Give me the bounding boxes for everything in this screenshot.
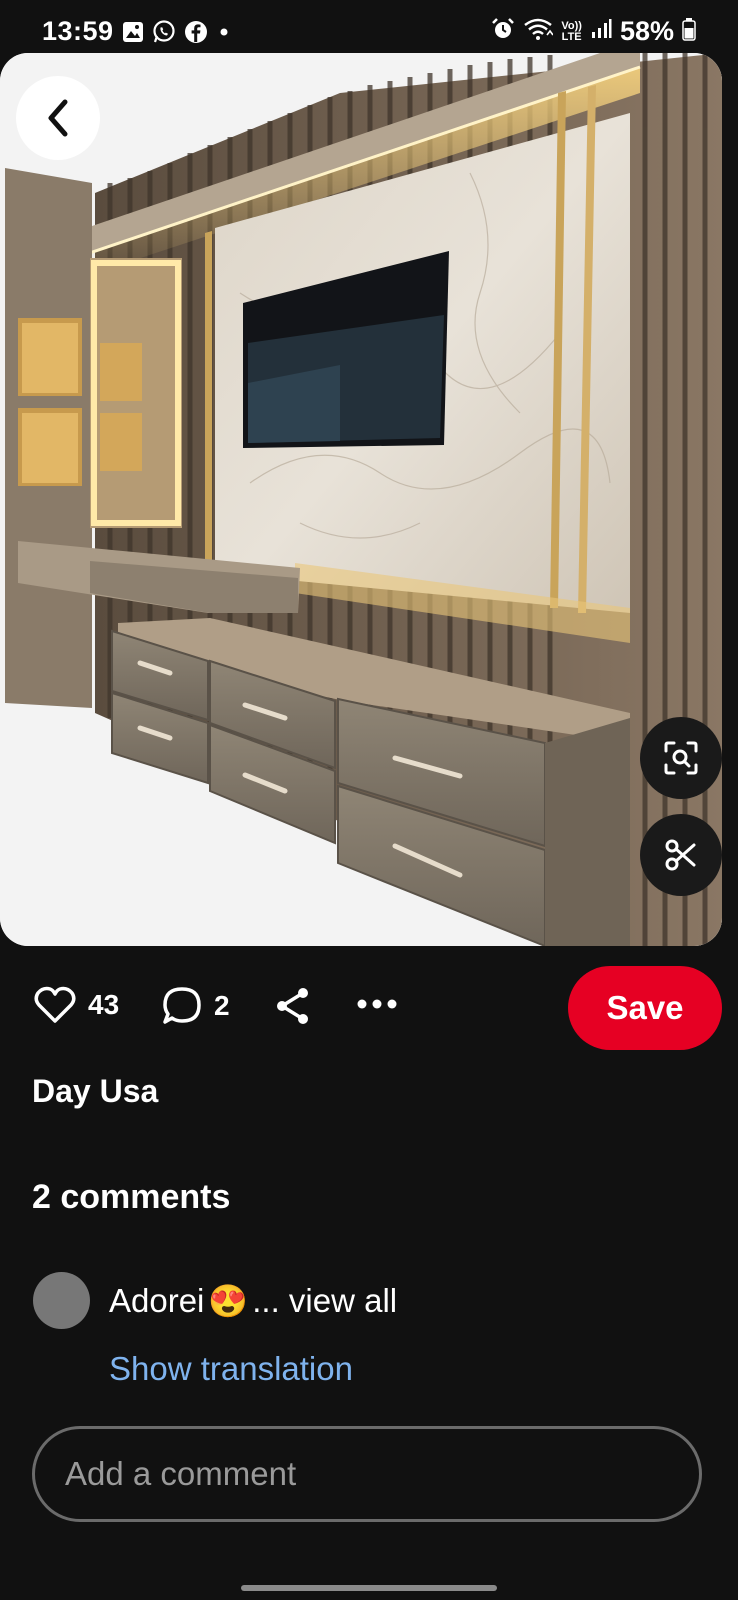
tv-wall-panel-photo xyxy=(0,53,722,946)
action-bar: 43 2 Save xyxy=(0,960,738,1050)
visual-search-icon xyxy=(664,741,698,775)
alarm-icon xyxy=(491,17,515,46)
visual-search-button[interactable] xyxy=(640,717,722,799)
add-comment-input[interactable]: Add a comment xyxy=(32,1426,702,1522)
more-options-button[interactable] xyxy=(356,998,398,1010)
comment-count: 2 xyxy=(214,990,230,1021)
home-indicator[interactable] xyxy=(241,1585,497,1591)
show-translation-link[interactable]: Show translation xyxy=(109,1350,353,1388)
like-count: 43 xyxy=(88,989,120,1020)
volte-icon: Vo)) LTE xyxy=(561,19,582,43)
comment-item[interactable]: Adorei 😍 ... view all xyxy=(109,1282,397,1320)
comments-heading: 2 comments xyxy=(32,1178,231,1216)
comment-bubble-icon xyxy=(163,987,201,1024)
battery-icon xyxy=(682,17,696,46)
back-button[interactable] xyxy=(16,76,100,160)
status-bar: 13:59 Vo)) LTE 58% xyxy=(0,0,738,56)
status-time: 13:59 xyxy=(42,16,114,46)
battery-percentage: 58% xyxy=(619,16,674,46)
comment-text: Adorei xyxy=(109,1282,205,1319)
facebook-icon xyxy=(184,20,208,49)
dot-icon xyxy=(216,24,232,45)
gallery-icon xyxy=(122,21,144,48)
pin-image[interactable] xyxy=(0,53,722,946)
cutout-button[interactable] xyxy=(640,814,722,896)
comment-button[interactable]: 2 xyxy=(162,986,230,1026)
wifi-icon xyxy=(523,17,555,46)
avatar[interactable] xyxy=(33,1272,90,1329)
add-comment-placeholder: Add a comment xyxy=(65,1455,297,1492)
scissors-icon xyxy=(665,839,696,871)
volte-top-label: Vo)) xyxy=(561,19,582,32)
save-button[interactable]: Save xyxy=(568,966,722,1050)
chevron-left-icon xyxy=(48,99,68,137)
like-button[interactable]: 43 xyxy=(34,986,119,1024)
whatsapp-icon xyxy=(152,20,176,49)
heart-eyes-emoji: 😍 xyxy=(208,1283,249,1319)
share-button[interactable] xyxy=(274,986,312,1026)
heart-icon xyxy=(34,986,76,1023)
share-icon xyxy=(277,988,308,1024)
status-left-icons xyxy=(122,20,232,49)
view-all-link[interactable]: ... view all xyxy=(252,1282,397,1320)
more-dots-icon xyxy=(357,999,397,1009)
signal-icon xyxy=(590,18,612,45)
status-right-icons: Vo)) LTE 58% xyxy=(491,16,696,47)
volte-bottom-label: LTE xyxy=(561,30,582,43)
pin-title: Day Usa xyxy=(32,1073,159,1109)
